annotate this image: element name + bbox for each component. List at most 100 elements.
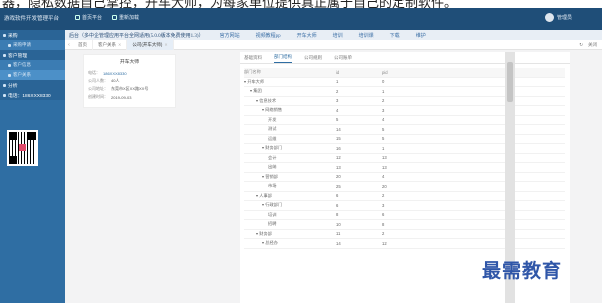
doc-icon <box>8 63 11 67</box>
sidebar-item-purchase-request[interactable]: 采购申请 <box>0 40 65 50</box>
top-nav: 首页平台 重新加载 <box>75 14 139 21</box>
table-row[interactable]: 运维 15 5 <box>244 135 565 144</box>
cell-pid: 6 <box>382 212 385 218</box>
tab-label: 公司(开车大师) <box>132 41 163 47</box>
header-id[interactable]: id <box>336 70 382 75</box>
panel-tabs: 基础资料 部门结构 公司规则 公司账单 <box>240 52 570 64</box>
cell-dept-name: 培训 <box>268 211 277 217</box>
table-row[interactable]: ▾ 集团 2 1 <box>244 87 565 97</box>
card-row-staff: 公司人数： 40人 <box>88 77 171 85</box>
app-title: 游戏软件开发管理平台 <box>4 16 60 22</box>
cell-pid: 2 <box>382 193 385 199</box>
cell-id: 14 <box>336 240 341 246</box>
sidebar-item-customer-info[interactable]: 客户信息 <box>0 60 65 70</box>
table-row[interactable]: 市场 25 20 <box>244 182 565 192</box>
cell-id: 5 <box>336 117 339 123</box>
table-row[interactable]: 测试 14 5 <box>244 125 565 135</box>
cell-dept-name: ▾ 财务部 <box>256 230 272 236</box>
header-dept-name[interactable]: 部门名称 <box>244 69 336 75</box>
cell-pid: 2 <box>382 98 385 104</box>
tab-company[interactable]: 公司(开车大师) ✕ <box>127 39 174 50</box>
table-row[interactable]: ▾ 人事部 6 2 <box>244 192 565 201</box>
close-all-button[interactable]: 关闭 <box>588 42 597 48</box>
ticker-item[interactable]: 下载 <box>390 32 400 39</box>
nav-reload-label: 重新加载 <box>119 15 140 21</box>
table-row[interactable]: ▾ 营销部 20 4 <box>244 173 565 182</box>
table-row[interactable]: 出纳 13 13 <box>244 163 565 173</box>
avatar <box>544 13 554 22</box>
ticker-item[interactable]: 培训课 <box>359 32 374 39</box>
cell-id: 20 <box>336 174 341 180</box>
cell-pid: 2 <box>382 231 385 237</box>
cell-id: 3 <box>336 98 339 104</box>
table-row[interactable]: ▾ 总经办 14 12 <box>244 239 565 249</box>
sidebar: 采购 采购申请 客户管理 客户信息 客户关系 分析 电话：186XXX8330 <box>0 30 65 303</box>
top-header: 游戏软件开发管理平台 首页平台 重新加载 管理员 <box>0 8 602 30</box>
sidebar-group-label: 客户管理 <box>8 53 28 59</box>
card-value: 186XXX8330 <box>103 70 127 76</box>
grid-header-row: 部门名称 id pid <box>244 68 565 78</box>
table-row[interactable]: 培训 8 6 <box>244 211 565 220</box>
caption-text: 器，隐私数据自己掌控，开车大师，为每家单位提供真正属于自己的定制软件。 <box>2 0 458 8</box>
cell-id: 16 <box>336 145 341 151</box>
tab-company-rules[interactable]: 公司规则 <box>304 55 322 63</box>
cell-pid: 8 <box>382 221 385 227</box>
cell-id: 8 <box>336 212 339 218</box>
tab-company-bills[interactable]: 公司账单 <box>334 55 352 63</box>
table-row[interactable]: ▾ 财务部门 16 1 <box>244 144 565 154</box>
nav-home[interactable]: 首页平台 <box>75 14 102 21</box>
sidebar-item-label: 客户关系 <box>13 72 31 77</box>
card-row-address: 公司地址： 东莞市X区XX路XX号 <box>88 85 171 93</box>
tab-home[interactable]: 首页 <box>73 39 93 50</box>
cell-id: 12 <box>336 155 341 161</box>
header-pid[interactable]: pid <box>382 70 452 75</box>
cell-dept-name: 会计 <box>268 154 277 160</box>
ticker-item[interactable]: 视频教程pp <box>256 32 281 39</box>
table-row[interactable]: ▾ 网络销售 4 3 <box>244 106 565 116</box>
nav-reload[interactable]: 重新加载 <box>112 14 139 21</box>
home-icon <box>75 15 80 20</box>
card-value: 东莞市X区XX路XX号 <box>111 86 149 91</box>
scrollbar-thumb[interactable] <box>507 62 513 102</box>
cell-pid: 1 <box>382 88 385 94</box>
cell-pid: 12 <box>382 240 387 246</box>
tab-department-structure[interactable]: 部门结构 <box>274 54 292 63</box>
cell-dept-name: ▾ 行政部门 <box>262 202 283 208</box>
ticker-item[interactable]: 维护 <box>416 32 426 39</box>
department-tree-grid: 部门名称 id pid ▾ 开车大师 1 0 ▾ 集团 2 1 ▾ 信息技术 3 2 ▾ 网络销售… <box>244 68 565 249</box>
sidebar-group-customer[interactable]: 客户管理 <box>0 50 65 60</box>
ticker-item[interactable]: 官方网站 <box>220 32 240 39</box>
cell-id: 10 <box>336 221 341 227</box>
refresh-icon[interactable]: ↻ <box>579 42 583 48</box>
table-row[interactable]: ▾ 财务部 11 2 <box>244 230 565 239</box>
card-label: 公司人数： <box>88 78 108 83</box>
cell-pid: 13 <box>382 164 387 170</box>
sidebar-phone: 电话：186XXX8330 <box>0 90 65 100</box>
cell-pid: 13 <box>382 155 387 161</box>
close-icon[interactable]: ✕ <box>118 42 121 47</box>
cell-pid: 1 <box>382 145 385 151</box>
cell-dept-name: ▾ 开车大师 <box>244 78 265 84</box>
table-row[interactable]: ▾ 行政部门 6 3 <box>244 201 565 211</box>
tab-customer-relations[interactable]: 客户关系 ✕ <box>93 39 128 50</box>
table-row[interactable]: 开发 5 4 <box>244 116 565 125</box>
cell-dept-name: ▾ 营销部 <box>262 173 278 179</box>
user-menu[interactable]: 管理员 <box>544 13 572 22</box>
sidebar-group-analysis[interactable]: 分析 <box>0 80 65 90</box>
table-row[interactable]: ▾ 开车大师 1 0 <box>244 78 565 87</box>
ticker-item[interactable]: 培训 <box>333 32 343 39</box>
company-card: 开车大师 电话： 186XXX8330 公司人数： 40人 公司地址： 东莞市X… <box>83 54 176 108</box>
table-row[interactable]: 会计 12 13 <box>244 154 565 163</box>
sidebar-group-purchase[interactable]: 采购 <box>0 30 65 40</box>
close-icon[interactable]: ✕ <box>164 42 167 47</box>
tabs-prev-button[interactable]: ‹ <box>65 40 73 50</box>
sidebar-item-customer-relations[interactable]: 客户关系 <box>0 70 65 80</box>
ticker-item[interactable]: 后台（多中企管理应用平台全网适用(5.0.0版本免费使用1.3)） <box>69 32 204 39</box>
table-row[interactable]: ▾ 信息技术 3 2 <box>244 97 565 106</box>
tab-basic-info[interactable]: 基础资料 <box>244 55 262 63</box>
table-row[interactable]: 招聘 10 8 <box>244 220 565 230</box>
ticker-item[interactable]: 开车大师 <box>297 32 317 39</box>
cell-pid: 3 <box>382 107 385 113</box>
cell-pid: 4 <box>382 117 385 123</box>
cell-id: 4 <box>336 107 339 113</box>
